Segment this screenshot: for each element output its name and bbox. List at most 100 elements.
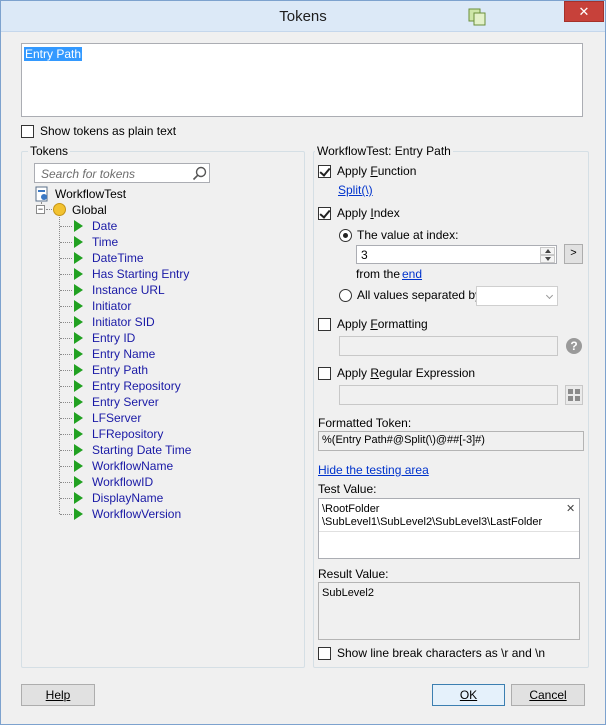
title-bar: Tokens ✕ (1, 1, 605, 32)
tree-item-token[interactable]: Entry Name (92, 347, 155, 361)
token-arrow-icon (74, 220, 83, 232)
stepper-up-button[interactable] (540, 247, 555, 255)
formatting-input[interactable] (339, 336, 558, 356)
tree-item-token[interactable]: Has Starting Entry (92, 267, 189, 281)
apply-regex-checkbox[interactable] (318, 367, 331, 380)
tree-root-workflowtest[interactable]: WorkflowTest (55, 187, 126, 201)
tree-item-token[interactable]: Entry Server (92, 395, 159, 409)
token-arrow-icon (74, 380, 83, 392)
tree-connector (60, 306, 72, 307)
separator-dropdown[interactable] (476, 286, 558, 306)
tree-connector (60, 434, 72, 435)
result-value-label: Result Value: (318, 567, 389, 581)
show-plain-text-label: Show tokens as plain text (40, 124, 177, 138)
global-group-icon (53, 203, 66, 216)
index-value: 3 (361, 248, 368, 262)
tree-connector (60, 290, 72, 291)
tree-item-token[interactable]: WorkflowName (92, 459, 173, 473)
stepper-down-button[interactable] (540, 255, 555, 263)
tree-connector (60, 498, 72, 499)
help-icon[interactable]: ? (566, 338, 582, 354)
from-the-end-link[interactable]: end (402, 267, 422, 281)
tree-item-token[interactable]: WorkflowID (92, 475, 153, 489)
token-arrow-icon (74, 316, 83, 328)
tree-connector (60, 466, 72, 467)
tree-item-token[interactable]: DateTime (92, 251, 144, 265)
tree-item-token[interactable]: Entry Repository (92, 379, 181, 393)
tree-connector (60, 386, 72, 387)
apply-regex-label: Apply Regular Expression (337, 366, 476, 380)
tokens-dialog: Tokens ✕ Entry Path Show tokens as plain… (0, 0, 606, 725)
tree-item-token[interactable]: Entry Path (92, 363, 148, 377)
index-arrow-button[interactable]: > (564, 244, 583, 264)
close-button[interactable]: ✕ (564, 1, 604, 22)
apply-index-checkbox[interactable] (318, 207, 331, 220)
show-plain-text-checkbox[interactable] (21, 125, 34, 138)
chevron-down-icon (545, 257, 551, 261)
regex-input[interactable] (339, 385, 558, 405)
window-title: Tokens (279, 8, 327, 25)
token-arrow-icon (74, 284, 83, 296)
formatted-token-label: Formatted Token: (318, 416, 412, 430)
apply-formatting-checkbox[interactable] (318, 318, 331, 331)
formatted-token-field: %(Entry Path#@Split(\)@##[-3]#) (318, 431, 584, 451)
tree-connector (60, 338, 72, 339)
test-value-divider (319, 531, 579, 532)
tree-item-token[interactable]: DisplayName (92, 491, 163, 505)
tree-item-token[interactable]: Time (92, 235, 118, 249)
tree-connector (46, 209, 52, 210)
tree-connector (60, 258, 72, 259)
tree-item-token[interactable]: Initiator (92, 299, 131, 313)
token-arrow-icon (74, 412, 83, 424)
result-value-text: SubLevel2 (322, 587, 374, 599)
token-arrow-icon (74, 396, 83, 408)
regex-builder-button[interactable] (565, 385, 583, 405)
tree-connector (60, 370, 72, 371)
apply-formatting-label: Apply Formatting (337, 317, 428, 331)
result-value-field: SubLevel2 (318, 582, 580, 640)
token-arrow-icon (74, 460, 83, 472)
value-at-index-radio[interactable] (339, 229, 352, 242)
all-values-radio[interactable] (339, 289, 352, 302)
function-link[interactable]: Split(\) (338, 183, 373, 197)
tree-item-token[interactable]: Instance URL (92, 283, 165, 297)
token-text-area[interactable]: Entry Path (21, 43, 583, 117)
test-value-input[interactable]: \RootFolder \SubLevel1\SubLevel2\SubLeve… (318, 498, 580, 559)
tree-connector (60, 226, 72, 227)
tree-connector (60, 354, 72, 355)
help-button[interactable]: Help (21, 684, 95, 706)
value-at-index-label: The value at index: (357, 228, 459, 242)
tree-connector (59, 217, 60, 514)
apply-function-checkbox[interactable] (318, 165, 331, 178)
tree-item-token[interactable]: Starting Date Time (92, 443, 191, 457)
tree-item-token[interactable]: LFRepository (92, 427, 163, 441)
tree-item-token[interactable]: LFServer (92, 411, 141, 425)
all-values-label: All values separated by: (357, 288, 485, 302)
line-break-label: Show line break characters as \r and \n (337, 646, 546, 660)
tree-group-global[interactable]: Global (72, 203, 107, 217)
tree-connector (60, 418, 72, 419)
clear-icon[interactable]: ✕ (566, 502, 575, 515)
token-arrow-icon (74, 252, 83, 264)
token-arrow-icon (74, 428, 83, 440)
search-icon[interactable] (192, 166, 207, 181)
cancel-button[interactable]: Cancel (511, 684, 585, 706)
line-break-checkbox[interactable] (318, 647, 331, 660)
tree-item-token[interactable]: Date (92, 219, 117, 233)
tree-item-token[interactable]: WorkflowVersion (92, 507, 181, 521)
token-search-input[interactable]: Search for tokens (34, 163, 210, 183)
apply-function-label: Apply Function (337, 164, 417, 178)
copy-documents-icon (468, 8, 486, 26)
tree-item-token[interactable]: Initiator SID (92, 315, 155, 329)
collapse-toggle[interactable]: − (36, 205, 45, 214)
index-stepper[interactable]: 3 (356, 245, 557, 264)
token-arrow-icon (74, 444, 83, 456)
formatted-token-value: %(Entry Path#@Split(\)@##[-3]#) (322, 434, 485, 446)
hide-testing-link[interactable]: Hide the testing area (318, 463, 429, 477)
token-arrow-icon (74, 348, 83, 360)
chevron-up-icon (545, 249, 551, 253)
token-arrow-icon (74, 492, 83, 504)
test-value-text: \RootFolder \SubLevel1\SubLevel2\SubLeve… (322, 503, 543, 528)
ok-button[interactable]: OK (432, 684, 505, 706)
tree-item-token[interactable]: Entry ID (92, 331, 135, 345)
